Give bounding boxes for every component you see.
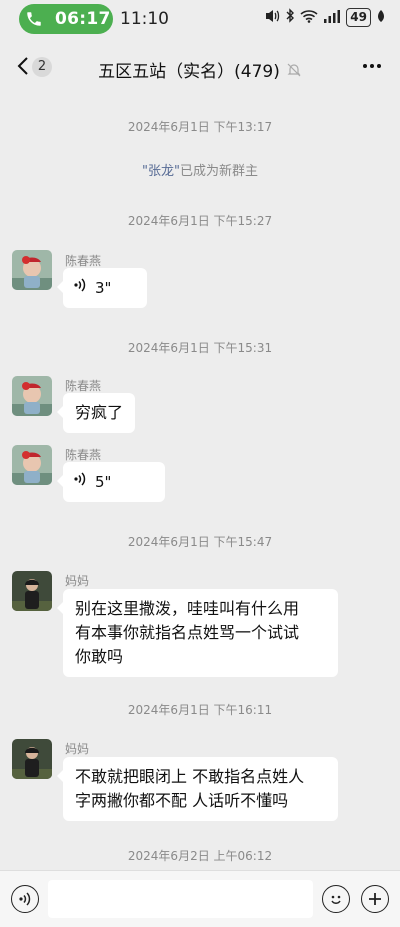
leaf-icon bbox=[376, 9, 386, 27]
avatar[interactable] bbox=[12, 739, 52, 779]
avatar[interactable] bbox=[12, 376, 52, 416]
phone-icon bbox=[19, 4, 49, 34]
text-message-bubble[interactable]: 穷疯了 bbox=[56, 393, 136, 433]
avatar[interactable] bbox=[12, 445, 52, 485]
plus-icon[interactable] bbox=[361, 885, 389, 913]
timestamp: 2024年6月1日 下午15:31 bbox=[127, 341, 273, 355]
emoji-icon[interactable] bbox=[322, 885, 350, 913]
text-message-bubble[interactable]: 别在这里撒泼，哇哇叫有什么用 有本事你就指名点姓骂一个试试 你敢吗 bbox=[57, 589, 338, 677]
bluetooth-icon bbox=[285, 8, 295, 27]
bell-off-icon bbox=[286, 62, 302, 78]
avatar[interactable] bbox=[12, 571, 52, 611]
signal-icon bbox=[323, 9, 341, 27]
clock: 11:10 bbox=[120, 9, 169, 29]
voice-duration: 5" bbox=[95, 473, 112, 491]
call-timer: 06:17 bbox=[55, 9, 111, 29]
battery-level: 49 bbox=[346, 8, 371, 27]
more-dots-icon[interactable] bbox=[360, 54, 384, 78]
sender-name: 陈春燕 bbox=[65, 254, 102, 268]
chat-header: 2 五区五站（实名）(479) bbox=[0, 38, 400, 94]
avatar[interactable] bbox=[12, 250, 52, 290]
chat-title: 五区五站（实名）(479) bbox=[98, 62, 280, 82]
system-message: "张龙"已成为新群主 bbox=[0, 160, 400, 179]
message-line: 别在这里撒泼，哇哇叫有什么用 bbox=[75, 599, 300, 618]
status-bar: 06:17 11:10 49 bbox=[0, 0, 400, 38]
message-text: 穷疯了 bbox=[75, 403, 124, 422]
message-line: 字两撇你都不配 人话听不懂吗 bbox=[75, 791, 289, 810]
voice-wave-icon bbox=[73, 470, 87, 494]
vibrate-icon bbox=[264, 9, 280, 27]
voice-input-icon[interactable] bbox=[11, 885, 39, 913]
sender-name: 陈春燕 bbox=[65, 448, 102, 462]
message-line: 你敢吗 bbox=[75, 647, 124, 666]
message-line: 有本事你就指名点姓骂一个试试 bbox=[75, 623, 300, 642]
sender-name: 妈妈 bbox=[65, 574, 90, 588]
sender-name: 妈妈 bbox=[65, 742, 90, 756]
voice-message-bubble[interactable]: 3" bbox=[57, 268, 147, 308]
system-message-text: 已成为新群主 bbox=[179, 164, 258, 179]
voice-wave-icon bbox=[73, 276, 87, 300]
text-message-bubble[interactable]: 不敢就把眼闭上 不敢指名点姓人 字两撇你都不配 人话听不懂吗 bbox=[57, 757, 338, 821]
chat-title-wrap: 五区五站（实名）(479) bbox=[0, 57, 400, 82]
input-bar bbox=[0, 870, 400, 927]
voice-duration: 3" bbox=[95, 279, 112, 297]
system-icons: 49 bbox=[264, 8, 386, 27]
timestamp: 2024年6月1日 下午15:27 bbox=[127, 214, 273, 228]
timestamp: 2024年6月2日 上午06:12 bbox=[127, 849, 273, 863]
message-input[interactable] bbox=[48, 880, 313, 918]
sender-name: 陈春燕 bbox=[65, 379, 102, 393]
timestamp: 2024年6月1日 下午15:47 bbox=[127, 535, 273, 549]
timestamp: 2024年6月1日 下午13:17 bbox=[127, 120, 273, 134]
voice-message-bubble[interactable]: 5" bbox=[57, 462, 165, 502]
new-owner-name[interactable]: "张龙" bbox=[142, 164, 180, 179]
ongoing-call-pill[interactable]: 06:17 bbox=[19, 4, 113, 34]
wifi-icon bbox=[300, 9, 318, 27]
timestamp: 2024年6月1日 下午16:11 bbox=[127, 703, 273, 717]
message-line: 不敢就把眼闭上 不敢指名点姓人 bbox=[75, 767, 305, 786]
